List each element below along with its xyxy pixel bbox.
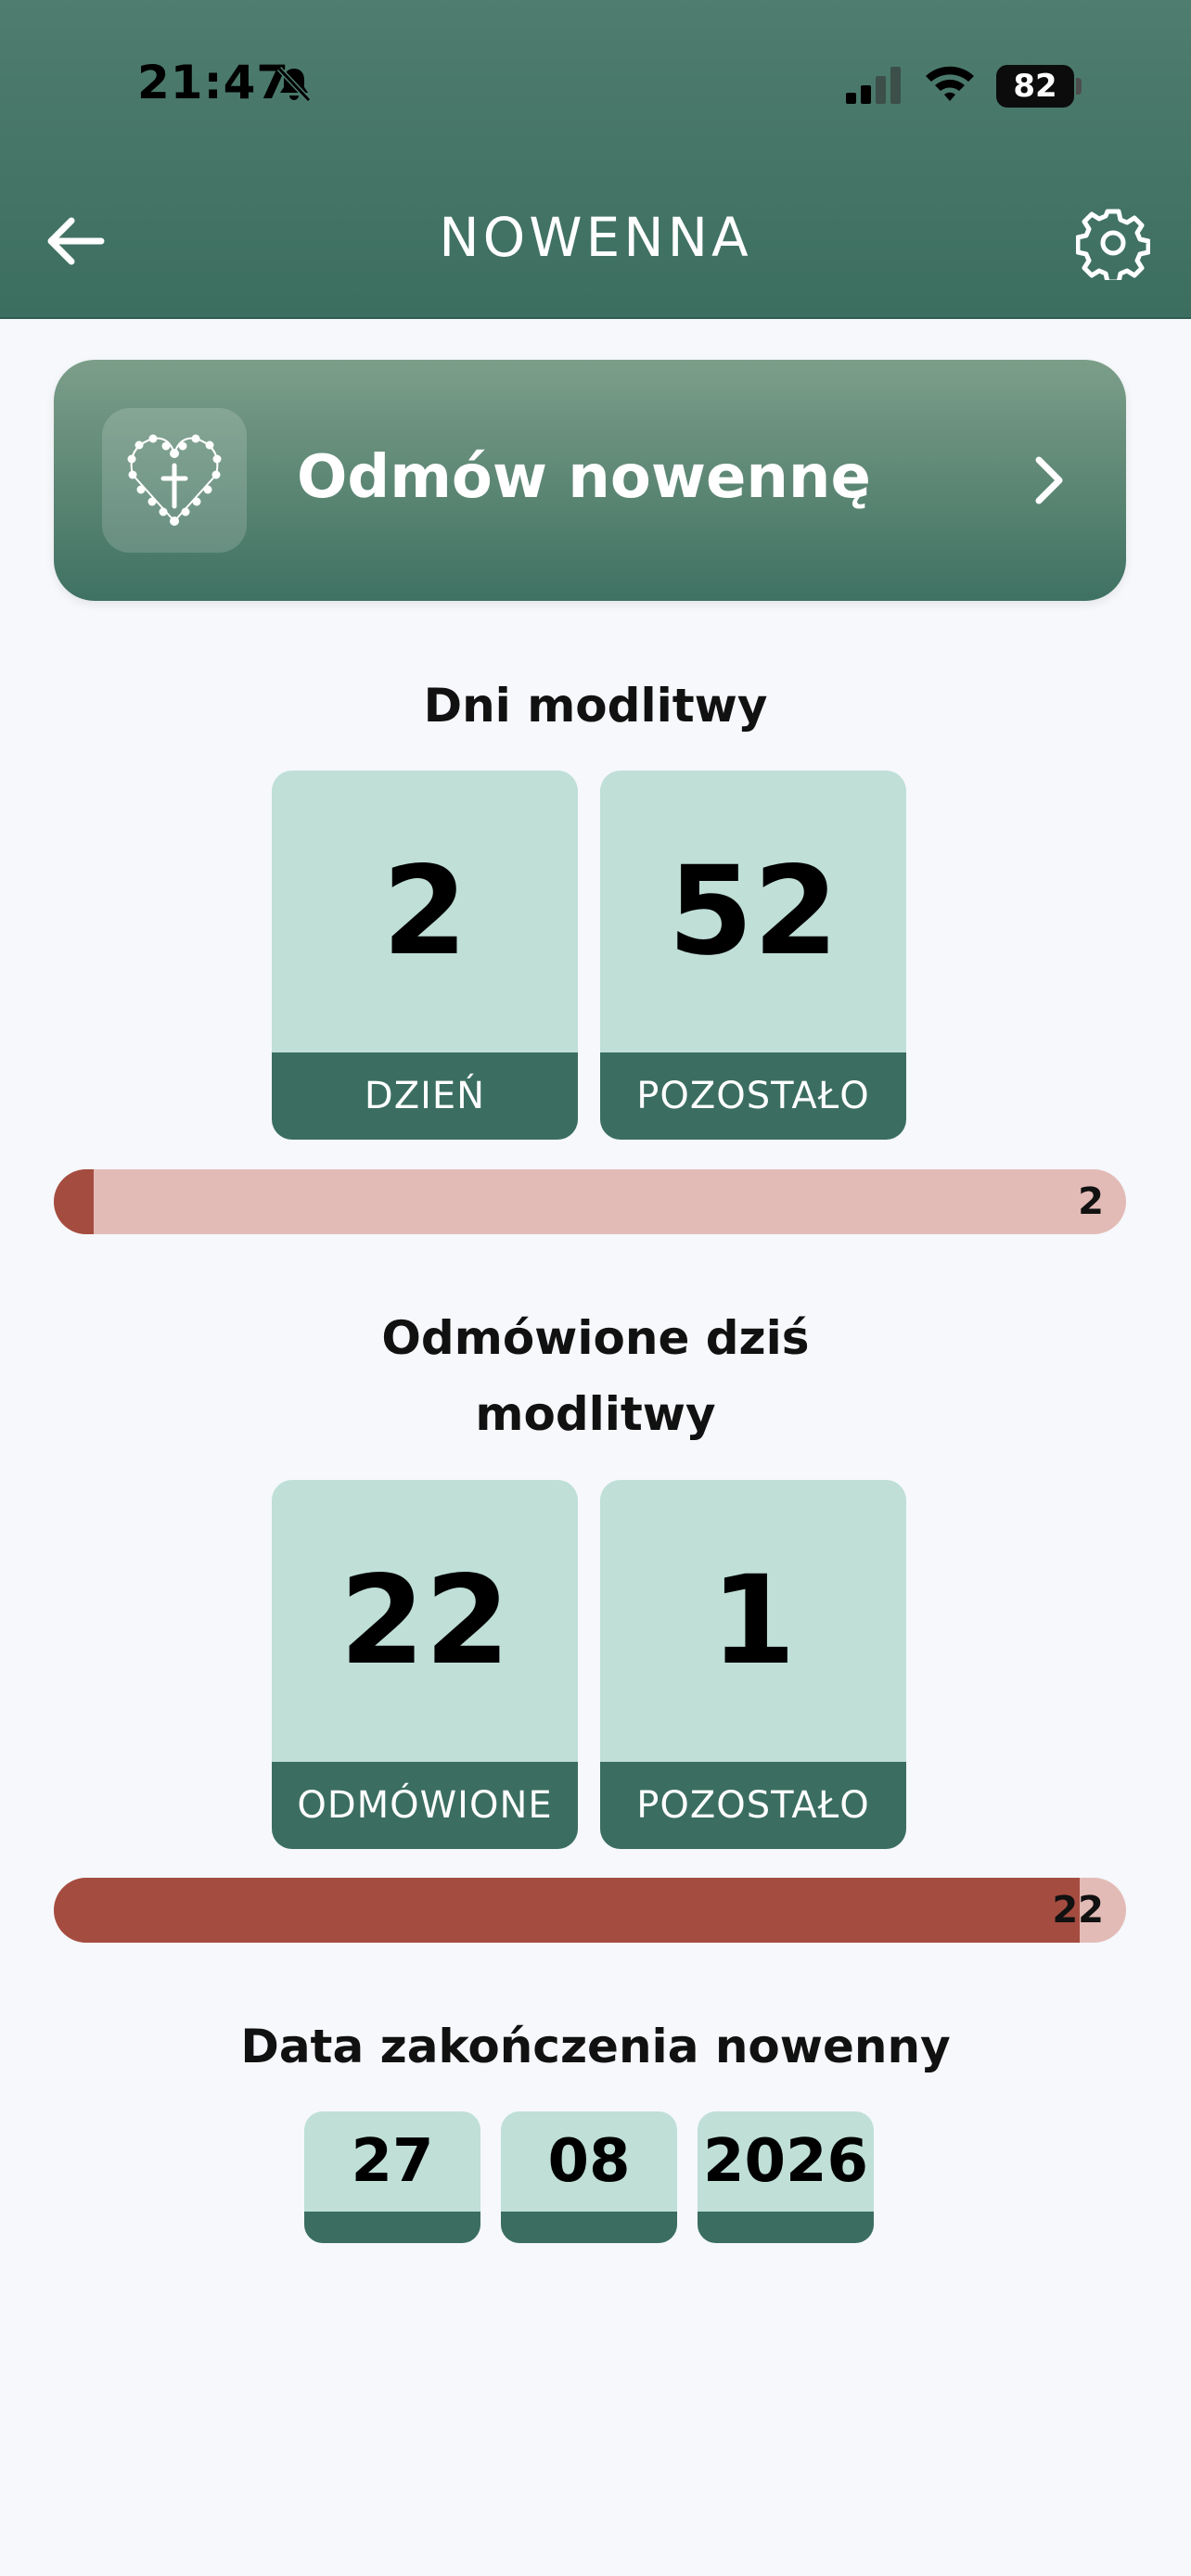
page-title: NOWENNA bbox=[439, 206, 752, 269]
battery-level: 82 bbox=[996, 65, 1074, 108]
days-remaining-value: 52 bbox=[668, 840, 839, 983]
settings-button[interactable] bbox=[1074, 204, 1152, 282]
said-tile: 22 ODMÓWIONE bbox=[272, 1480, 578, 1849]
today-section-title-line2: modlitwy bbox=[475, 1387, 716, 1441]
said-value: 22 bbox=[339, 1549, 510, 1692]
days-progress-bar: 2 bbox=[54, 1169, 1126, 1234]
days-progress-label: 2 bbox=[1078, 1180, 1104, 1223]
wifi-icon bbox=[926, 66, 974, 101]
rosary-heart-icon bbox=[127, 434, 222, 526]
today-section-title-line1: Odmówione dziś bbox=[381, 1311, 810, 1365]
prayers-progress-label: 22 bbox=[1052, 1889, 1104, 1932]
day-caption: DZIEŃ bbox=[272, 1052, 578, 1140]
prayers-remaining-value: 1 bbox=[711, 1549, 796, 1692]
end-date-day-value: 27 bbox=[351, 2127, 434, 2196]
cellular-signal-icon bbox=[846, 67, 901, 104]
rosary-heart-icon-box bbox=[102, 408, 247, 553]
prayers-progress-fill bbox=[54, 1878, 1081, 1943]
end-date-month-value: 08 bbox=[547, 2127, 631, 2196]
chevron-right-icon bbox=[1035, 456, 1063, 504]
end-date-year-value: 2026 bbox=[702, 2127, 869, 2196]
prayers-progress-bar: 22 bbox=[54, 1878, 1126, 1943]
end-date-month: 08 bbox=[501, 2111, 677, 2243]
status-bar: 21:47 82 bbox=[0, 0, 1191, 176]
status-time: 21:47 bbox=[137, 56, 290, 109]
gear-icon bbox=[1076, 209, 1150, 280]
prayers-remaining-tile: 1 POZOSTAŁO bbox=[600, 1480, 906, 1849]
prayers-remaining-caption: POZOSTAŁO bbox=[600, 1762, 906, 1849]
end-date-year: 2026 bbox=[698, 2111, 874, 2243]
bell-muted-icon bbox=[276, 66, 312, 103]
battery-icon: 82 bbox=[996, 65, 1082, 108]
days-progress-fill bbox=[54, 1169, 94, 1234]
said-caption: ODMÓWIONE bbox=[272, 1762, 578, 1849]
pray-novena-label: Odmów nowennę bbox=[297, 443, 871, 512]
pray-novena-card[interactable]: Odmów nowennę bbox=[54, 360, 1126, 601]
end-date-title: Data zakończenia nowenny bbox=[240, 2020, 951, 2073]
day-value: 2 bbox=[382, 840, 467, 983]
days-remaining-tile: 52 POZOSTAŁO bbox=[600, 771, 906, 1140]
days-remaining-caption: POZOSTAŁO bbox=[600, 1052, 906, 1140]
end-date-day: 27 bbox=[304, 2111, 480, 2243]
day-tile: 2 DZIEŃ bbox=[272, 771, 578, 1140]
app-header: 21:47 82 NOWENNA bbox=[0, 0, 1191, 319]
days-section-title: Dni modlitwy bbox=[423, 679, 768, 733]
